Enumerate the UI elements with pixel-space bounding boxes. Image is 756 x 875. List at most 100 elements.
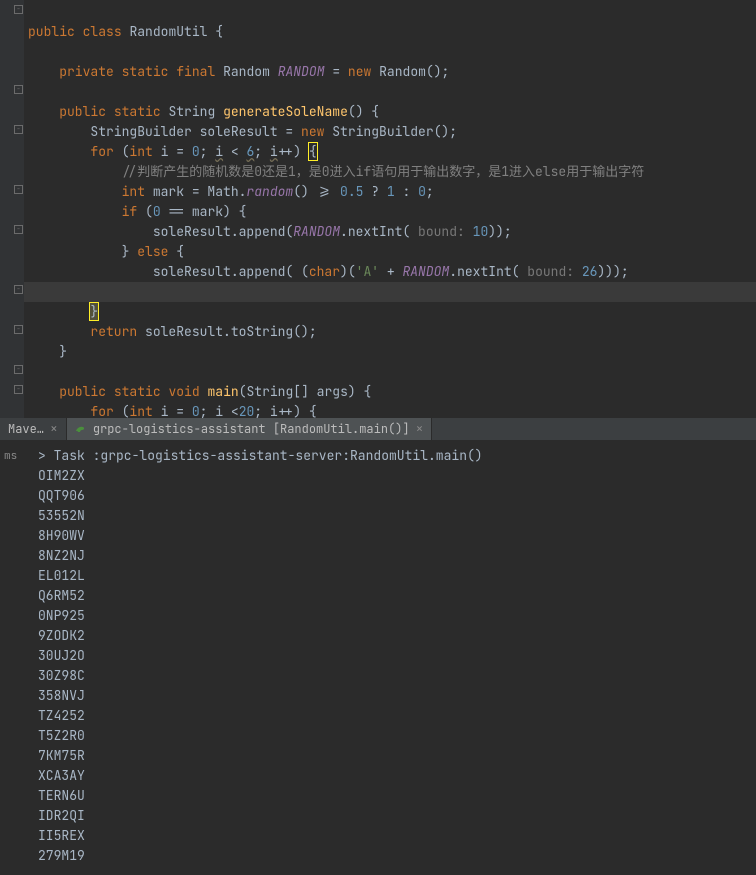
number: 10	[473, 223, 489, 240]
expr: mark = Math.	[145, 183, 246, 200]
output-line: 358NVJ	[38, 686, 756, 706]
output-line: OIM2ZX	[38, 466, 756, 486]
tab-maven[interactable]: Mave… ×	[0, 418, 67, 440]
brace: {	[168, 243, 184, 260]
call: soleResult.append(	[153, 223, 293, 240]
code-content[interactable]: public class RandomUtil { private static…	[0, 0, 756, 418]
fold-icon[interactable]: -	[14, 225, 23, 234]
number: 26	[582, 263, 598, 280]
output-line: 7KM75R	[38, 746, 756, 766]
var: i	[153, 403, 169, 418]
fold-icon[interactable]: -	[14, 285, 23, 294]
output-line: 0NP925	[38, 606, 756, 626]
ctor-call: StringBuilder();	[324, 123, 457, 140]
op: ?	[363, 183, 386, 200]
output-line: Q6RM52	[38, 586, 756, 606]
keyword: void	[168, 383, 199, 400]
code-editor[interactable]: - - - - - - - - - public class RandomUti…	[0, 0, 756, 418]
output-line: II5REX	[38, 826, 756, 846]
call: .nextInt(	[340, 223, 410, 240]
ctor-call: Random();	[371, 63, 449, 80]
number: 20	[239, 403, 255, 418]
string: 'A'	[356, 263, 379, 280]
output-line: T5Z2R0	[38, 726, 756, 746]
op: +	[379, 263, 402, 280]
close-icon[interactable]: ×	[50, 419, 58, 439]
expr: == mark) {	[161, 203, 247, 220]
var: soleResult =	[192, 123, 301, 140]
sc: ;	[426, 183, 434, 200]
sc: ;	[200, 143, 216, 160]
output-line: TERN6U	[38, 786, 756, 806]
sc: ;	[200, 403, 216, 418]
op: =	[325, 63, 348, 80]
tab-run-config[interactable]: grpc-logistics-assistant [RandomUtil.mai…	[67, 418, 433, 440]
close-icon[interactable]: ×	[416, 419, 424, 439]
sc: ;	[254, 403, 270, 418]
keyword: char	[309, 263, 340, 280]
output-line: 30UJ2O	[38, 646, 756, 666]
comment: //判断产生的随机数是0还是1，是0进入if语句用于输出数字，是1进入else用…	[122, 163, 645, 180]
fold-icon[interactable]: -	[14, 125, 23, 134]
sig: (String[] args) {	[239, 383, 372, 400]
var: i	[215, 143, 223, 160]
type: String	[168, 103, 215, 120]
brace: {	[308, 142, 318, 161]
paren: )(	[340, 263, 356, 280]
var: i	[215, 403, 223, 418]
class-name: RandomUtil	[129, 23, 207, 40]
fold-icon[interactable]: -	[14, 85, 23, 94]
var: i	[270, 403, 278, 418]
task-header: > Task :grpc-logistics-assistant-server:…	[38, 446, 756, 466]
op: ++)	[278, 143, 309, 160]
gradle-icon	[75, 423, 87, 435]
keyword: new	[348, 63, 371, 80]
op: <	[223, 403, 239, 418]
console-output[interactable]: ms > Task :grpc-logistics-assistant-serv…	[0, 440, 756, 866]
fold-icon[interactable]: -	[14, 365, 23, 374]
type: Random	[223, 63, 270, 80]
duration-label: ms	[4, 446, 17, 466]
output-line: IDR2QI	[38, 806, 756, 826]
number: 0	[153, 203, 161, 220]
field: RANDOM	[278, 63, 325, 80]
op: <	[223, 143, 246, 160]
fold-icon[interactable]: -	[14, 185, 23, 194]
keyword: new	[301, 123, 324, 140]
call: .nextInt(	[449, 263, 519, 280]
keyword: int	[129, 143, 152, 160]
expr: () >=	[293, 183, 340, 200]
output-line: 30Z98C	[38, 666, 756, 686]
number: 0	[192, 403, 200, 418]
brace: }	[89, 302, 99, 321]
output-line: QQT906	[38, 486, 756, 506]
run-tabs: Mave… × grpc-logistics-assistant [Random…	[0, 418, 756, 440]
paren: (	[114, 403, 130, 418]
keyword: return	[90, 323, 137, 340]
call: soleResult.append( (	[153, 263, 309, 280]
paren: (	[137, 203, 153, 220]
number: 0.5	[340, 183, 363, 200]
method-call: random	[246, 183, 293, 200]
expr: soleResult.toString();	[137, 323, 316, 340]
keyword: if	[122, 203, 138, 220]
sc: ;	[254, 143, 270, 160]
keyword: public	[59, 103, 106, 120]
type: StringBuilder	[90, 123, 191, 140]
output-line: EL012L	[38, 566, 756, 586]
caret-line-highlight	[24, 282, 756, 302]
sig: () {	[348, 103, 379, 120]
brace: {	[215, 23, 223, 40]
tab-label: Mave…	[8, 419, 44, 439]
number: 0	[418, 183, 426, 200]
close: ));	[488, 223, 511, 240]
param-hint: bound:	[410, 223, 472, 240]
param-hint: bound:	[519, 263, 581, 280]
paren: (	[114, 143, 130, 160]
output-line: 8NZ2NJ	[38, 546, 756, 566]
fold-icon[interactable]: -	[14, 5, 23, 14]
fold-icon[interactable]: -	[14, 385, 23, 394]
fold-icon[interactable]: -	[14, 325, 23, 334]
keyword: int	[129, 403, 152, 418]
keyword: class	[83, 23, 122, 40]
